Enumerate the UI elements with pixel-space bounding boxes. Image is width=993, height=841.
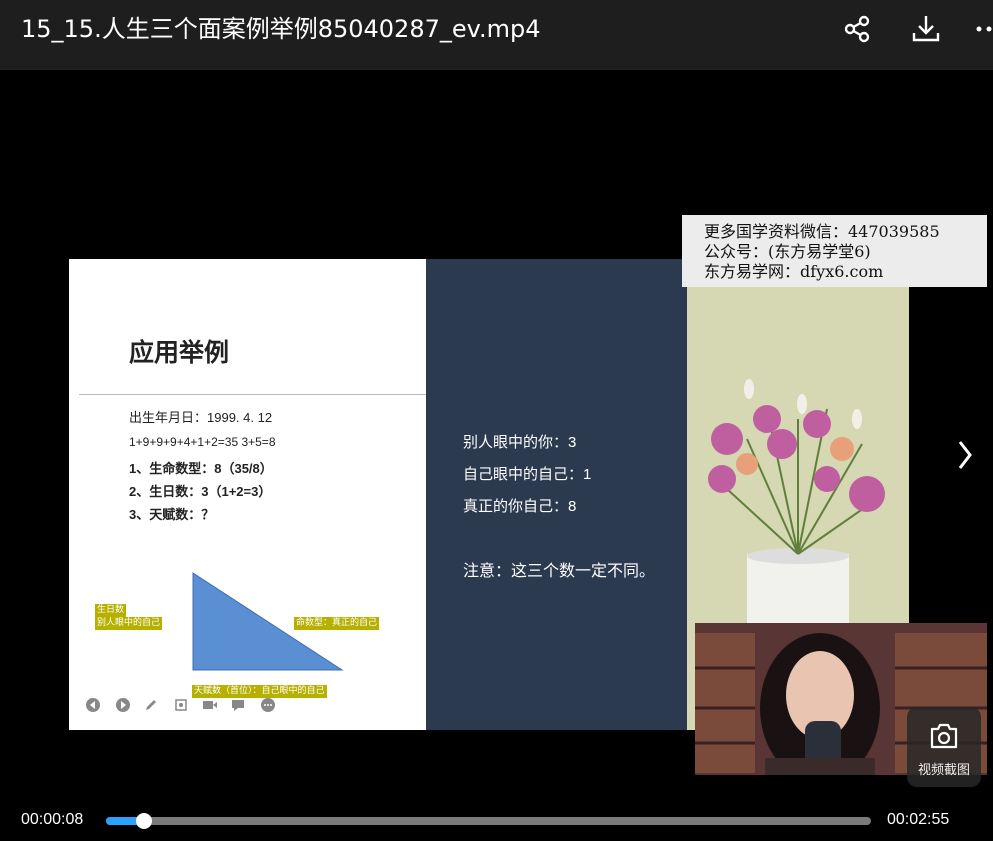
- pen-icon[interactable]: [143, 697, 159, 713]
- slide-more-icon[interactable]: [260, 697, 276, 713]
- tag-others-view: 别人眼中的自己: [95, 617, 163, 630]
- progress-bar[interactable]: [106, 813, 871, 829]
- slide-heading: 应用举例: [129, 339, 230, 367]
- slide-line: 1、生命数型：8（35/8）: [129, 461, 273, 476]
- slide-left-panel: 应用举例 出生年月日：1999. 4. 12 1+9+9+9+4+1+2=35 …: [69, 259, 426, 730]
- slide-right-line: 真正的你自己：8: [463, 498, 577, 515]
- current-time: 00:00:08: [21, 811, 84, 828]
- share-icon[interactable]: [842, 13, 874, 45]
- slide-right-panel: 别人眼中的你：3 自己眼中的自己：1 真正的你自己：8 注意：这三个数一定不同。: [426, 259, 687, 730]
- more-icon[interactable]: [972, 13, 993, 45]
- watermark-line: 东方易学网：dfyx6.com: [704, 262, 884, 281]
- slide-line: 3、天赋数：？: [129, 507, 215, 522]
- slide-prev-icon[interactable]: [85, 697, 101, 713]
- video-screenshot-button[interactable]: 视频截图: [907, 707, 981, 787]
- slide-right-line: 别人眼中的你：3: [463, 434, 577, 451]
- comment-icon[interactable]: [230, 697, 246, 713]
- camera-icon: [930, 723, 958, 749]
- slide-divider: [79, 394, 426, 395]
- download-icon[interactable]: [910, 13, 942, 45]
- slide-right-line: 自己眼中的自己：1: [463, 466, 592, 483]
- slide-next-icon[interactable]: [115, 697, 131, 713]
- screenshot-label: 视频截图: [917, 763, 970, 778]
- watermark-banner: 更多国学资料微信：447039585 公众号：(东方易学堂6) 东方易学网：df…: [682, 215, 987, 287]
- video-title: 15_15.人生三个面案例举例85040287_ev.mp4: [21, 15, 541, 43]
- video-camera-icon[interactable]: [202, 697, 218, 713]
- tag-birthday: 生日数: [95, 604, 127, 617]
- slide-right-line: 注意：这三个数一定不同。: [463, 563, 656, 580]
- tag-life-number: 命数型：真正的自己: [294, 617, 380, 630]
- slide-line: 2、生日数：3（1+2=3）: [129, 484, 272, 499]
- watermark-line: 更多国学资料微信：447039585: [704, 222, 940, 241]
- slide-line: 出生年月日：1999. 4. 12: [129, 410, 273, 425]
- fullscreen-icon[interactable]: [173, 697, 189, 713]
- watermark-line: 公众号：(东方易学堂6): [704, 242, 871, 261]
- duration-time: 00:02:55: [887, 811, 950, 828]
- next-chevron-icon[interactable]: [954, 438, 976, 472]
- slide-line: 1+9+9+9+4+1+2=35 3+5=8: [129, 435, 276, 449]
- title-bar: 15_15.人生三个面案例举例85040287_ev.mp4: [0, 0, 993, 70]
- progress-handle[interactable]: [136, 813, 153, 829]
